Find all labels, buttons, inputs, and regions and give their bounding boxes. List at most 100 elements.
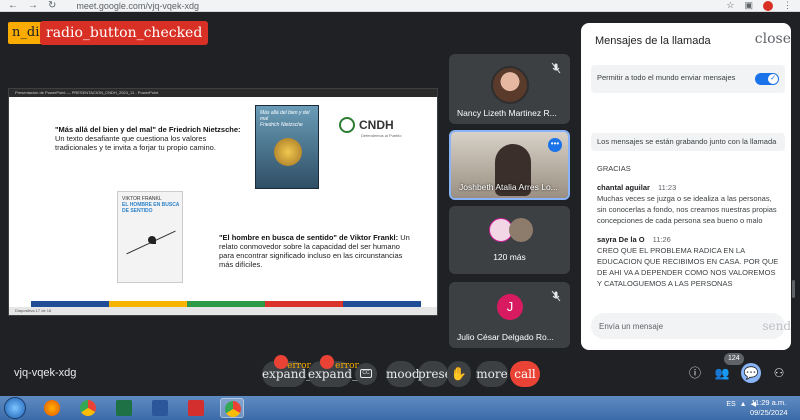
excel-icon	[116, 400, 132, 416]
raise-hand-button[interactable]: ✋	[447, 361, 471, 387]
participant-avatar	[491, 66, 529, 104]
overlay-id-chip: n_di	[8, 22, 44, 44]
chat-messages: GRACIAS chantal aguilar 11:23 Muchas vec…	[597, 163, 781, 289]
menu-dots-icon[interactable]: ⋮	[783, 0, 792, 11]
system-clock[interactable]: 11:29 a.m. 09/25/2024	[750, 398, 788, 418]
book-cover-frankl: VIKTOR FRANKL EL HOMBRE EN BUSCA DE SENTI…	[117, 191, 183, 283]
reload-icon[interactable]: ↻	[48, 0, 56, 11]
captions-button[interactable]: CC	[355, 363, 377, 385]
presentation-window-title: Presentación de PowerPoint — PRESENTACIO…	[9, 89, 437, 97]
reactions-button[interactable]: mood	[386, 361, 420, 387]
chat-panel: Mensajes de la llamada close Permitir a …	[581, 23, 791, 350]
clock-date: 09/25/2024	[750, 408, 788, 417]
allow-messages-label: Permitir a todo el mundo enviar mensajes	[597, 73, 736, 82]
back-arrow-icon[interactable]: ←	[8, 0, 18, 11]
chat-sender: chantal aguilar	[597, 183, 650, 192]
address-bar[interactable]: meet.google.com/vjq-vqek-xdg	[76, 1, 199, 11]
chat-message-header: chantal aguilar 11:23	[597, 182, 781, 193]
mic-off-icon	[551, 290, 561, 302]
star-icon[interactable]: ☆	[726, 0, 734, 11]
chat-message-text: CREO QUE EL PROBLEMA RADICA EN LA EDUCAC…	[597, 246, 779, 288]
chat-time: 11:23	[658, 183, 677, 192]
more-options-icon[interactable]: •••	[548, 138, 562, 152]
activities-icon[interactable]: ⚇	[770, 364, 788, 382]
acrobat-icon	[188, 400, 204, 416]
mic-error-label: error	[287, 361, 311, 371]
people-icon[interactable]: 👥	[713, 364, 731, 382]
recording-notice: Los mensajes se están grabando junto con…	[591, 133, 785, 151]
overlay-radio-chip: radio_button_checked	[40, 21, 209, 45]
slide: "Más allá del bien y del mal" de Friedri…	[31, 99, 421, 307]
chat-icon[interactable]: 💬	[741, 363, 761, 383]
clock-time: 11:29 a.m.	[751, 398, 787, 407]
mic-off-icon	[551, 62, 561, 74]
send-icon[interactable]: send	[762, 319, 791, 333]
browser-actions: ☆ ▣ ⋮	[726, 0, 800, 11]
participant-name: Julio César Delgado Ro...	[457, 332, 554, 342]
extensions-icon[interactable]: ▣	[744, 0, 753, 11]
book2-title: VIKTOR FRANKL EL HOMBRE EN BUSCA DE SENTI…	[122, 196, 180, 214]
participant-tile-julio[interactable]: J Julio César Delgado Ro...	[449, 282, 570, 348]
forward-arrow-icon[interactable]: →	[28, 0, 38, 11]
browser-nav: ← → ↻	[0, 0, 56, 11]
chat-title: Mensajes de la llamada	[595, 35, 711, 47]
profile-avatar[interactable]	[763, 0, 773, 11]
allow-messages-row: Permitir a todo el mundo enviar mensajes…	[591, 65, 785, 93]
chat-message-header: sayra De la O 11:26	[597, 234, 781, 245]
page-scrollbar[interactable]	[792, 280, 795, 298]
taskbar-chrome-active[interactable]	[220, 398, 244, 418]
start-button-icon[interactable]	[4, 397, 26, 419]
participant-avatar	[509, 218, 533, 242]
cndh-logo-text: CNDH	[359, 118, 394, 132]
book2-bird-icon	[148, 236, 156, 244]
book1-title: Más allá del bien y del mal Friedrich Nie…	[260, 110, 310, 128]
participant-tile-joshbeth[interactable]: ••• Joshbeth Atalia Arres Lo...	[449, 130, 570, 200]
cndh-logo: CNDH Defendemos al Pueblo	[339, 117, 401, 138]
taskbar-firefox[interactable]	[40, 398, 64, 418]
chrome-icon	[225, 401, 241, 417]
book1-emblem-icon	[274, 138, 302, 166]
taskbar-word[interactable]	[148, 398, 172, 418]
shared-presentation: Presentación de PowerPoint — PRESENTACIO…	[8, 88, 438, 316]
language-indicator[interactable]: ES	[726, 401, 735, 408]
present-button[interactable]: prese	[418, 361, 452, 387]
presentation-status-bar: Diapositiva 17 de 18	[9, 307, 437, 315]
meeting-code: vjq-vqek-xdg	[14, 367, 77, 379]
book-cover-nietzsche: Más allá del bien y del mal Friedrich Nie…	[255, 105, 319, 189]
taskbar-chrome[interactable]	[76, 398, 100, 418]
taskbar-acrobat[interactable]	[184, 398, 208, 418]
chat-message-text: Muchas veces se juzga o se idealiza a la…	[597, 194, 777, 225]
participant-initial-avatar: J	[497, 294, 523, 320]
close-icon[interactable]: close	[755, 31, 791, 47]
slide-quote-frankl: "El hombre en busca de sentido" de Vikto…	[219, 233, 415, 269]
cndh-logo-sub: Defendemos al Pueblo	[361, 133, 402, 138]
others-count: 120 más	[493, 252, 526, 262]
check-icon: ✓	[768, 74, 778, 84]
browser-toolbar: ← → ↻ meet.google.com/vjq-vqek-xdg ☆ ▣ ⋮	[0, 0, 800, 12]
slide-quote-nietzsche: "Más allá del bien y del mal" de Friedri…	[55, 125, 245, 152]
chat-message-text: GRACIAS	[597, 164, 631, 173]
participant-tile-nancy[interactable]: Nancy Lizeth Martinez R...	[449, 54, 570, 124]
more-options-button[interactable]: more	[476, 361, 508, 387]
allow-messages-toggle[interactable]: ✓	[755, 73, 779, 85]
os-taskbar: ES ▲ ◀ 11:29 a.m. 09/25/2024	[0, 396, 800, 420]
end-call-button[interactable]: call	[510, 361, 540, 387]
network-icon[interactable]: ▲	[740, 401, 747, 408]
chat-input-box: send	[591, 313, 791, 339]
quote1-text: Un texto desafiante que cuestiona los va…	[55, 134, 216, 152]
word-icon	[152, 400, 168, 416]
chat-message-input[interactable]	[599, 319, 749, 333]
participant-tile-others[interactable]: 120 más	[449, 206, 570, 274]
chat-time: 11:26	[652, 235, 671, 244]
captions-icon: CC	[360, 369, 372, 378]
participant-name: Nancy Lizeth Martinez R...	[457, 108, 557, 118]
cndh-mark-icon	[339, 117, 355, 133]
participant-name: Joshbeth Atalia Arres Lo...	[459, 182, 558, 192]
quote1-bold: "Más allá del bien y del mal" de Friedri…	[55, 125, 241, 134]
taskbar-excel[interactable]	[112, 398, 136, 418]
chrome-icon	[80, 400, 96, 416]
firefox-icon	[44, 400, 60, 416]
chat-sender: sayra De la O	[597, 235, 645, 244]
info-icon[interactable]: ⓘ	[686, 364, 704, 382]
quote2-bold: "El hombre en busca de sentido" de Vikto…	[219, 233, 399, 242]
